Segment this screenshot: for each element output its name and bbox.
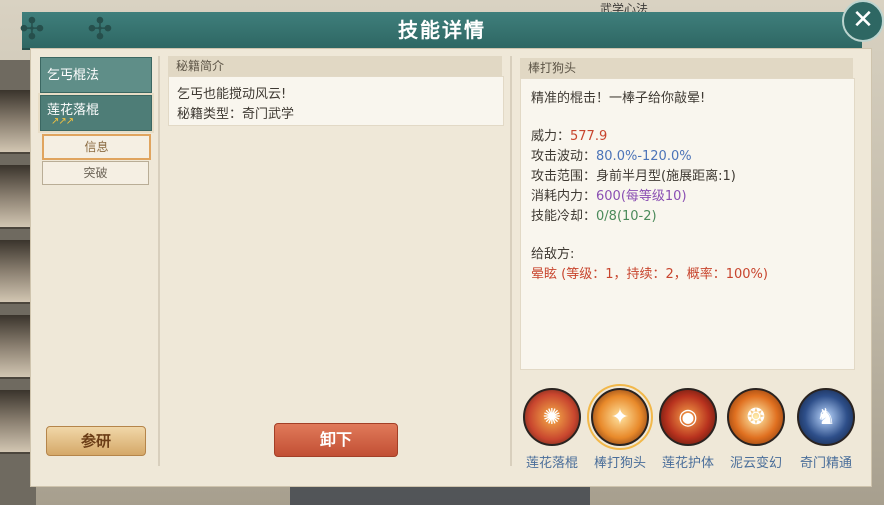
- stat-wave: 攻击波动：80.0%-120.0%: [531, 149, 692, 164]
- skill-slot-5[interactable]: ♞ 奇门精通: [796, 388, 856, 471]
- dialog-title: 技能详情: [398, 18, 486, 42]
- enemy-effect: 晕眩 (等级：1，持续：2，概率：100%): [531, 267, 768, 282]
- tab-label: 乞丐棍法: [47, 68, 100, 83]
- skill-description: 精准的棍击！一棒子给你敲晕!: [531, 91, 706, 106]
- stat-cooldown: 技能冷却：0/8(10-2): [531, 209, 657, 224]
- skill-name: 莲花落棍: [525, 456, 578, 471]
- stat-range: 攻击范围：身前半月型(施展距离:1): [531, 169, 736, 184]
- skill-name: 泥云变幻: [729, 456, 782, 471]
- skill-name: 莲花护体: [661, 456, 714, 471]
- subtab-info[interactable]: 信息: [42, 134, 151, 160]
- staff-strike-icon: ✦: [587, 384, 653, 450]
- orange-spiral-icon: ❂: [727, 388, 785, 446]
- skill-slot-2[interactable]: ✦ 棒打狗头: [587, 384, 653, 471]
- fire-swirl-icon: ✺: [523, 388, 581, 446]
- skill-name: 棒打狗头: [593, 456, 646, 471]
- skill-slot-3[interactable]: ◉ 莲花护体: [658, 388, 718, 471]
- subtab-breakthrough[interactable]: 突破: [42, 161, 149, 185]
- enemy-label: 给敌方:: [531, 247, 575, 262]
- middle-section-title: 秘籍简介: [168, 56, 502, 76]
- character-portrait[interactable]: [0, 165, 34, 229]
- stat-cost: 消耗内力：600(每等级10): [531, 189, 687, 204]
- manual-intro-box: 乞丐也能搅动风云! 秘籍类型：奇门武学: [168, 76, 504, 126]
- level-arrows-icon: ↗↗↗: [51, 116, 74, 127]
- character-portrait[interactable]: [0, 390, 34, 454]
- character-portrait[interactable]: [0, 90, 34, 154]
- character-portrait[interactable]: [0, 315, 34, 379]
- skill-slot-4[interactable]: ❂ 泥云变幻: [726, 388, 786, 471]
- tab-skill-1[interactable]: 乞丐棍法: [40, 57, 152, 93]
- dialog-header: ✣ ✣ 技能详情: [19, 12, 862, 50]
- study-button[interactable]: 参研: [46, 426, 146, 456]
- skill-name-title: 棒打狗头: [520, 58, 853, 78]
- skill-name: 奇门精通: [799, 456, 852, 471]
- close-button[interactable]: ✕: [842, 0, 884, 42]
- skill-detail-box: 精准的棍击！一棒子给你敲晕! 威力：577.9 攻击波动：80.0%-120.0…: [520, 78, 855, 370]
- column-divider: [158, 56, 160, 466]
- column-divider: [510, 56, 512, 466]
- intro-line: 乞丐也能搅动风云!: [177, 87, 287, 102]
- manual-type-line: 秘籍类型：奇门武学: [177, 107, 295, 122]
- tab-skill-2[interactable]: 莲花落棍 ↗↗↗: [38, 93, 154, 133]
- character-portrait[interactable]: [0, 240, 34, 304]
- stat-power: 威力：577.9: [531, 129, 608, 144]
- blue-figure-icon: ♞: [797, 388, 855, 446]
- close-icon: ✕: [852, 5, 874, 35]
- unequip-button[interactable]: 卸下: [274, 423, 398, 457]
- red-vortex-icon: ◉: [659, 388, 717, 446]
- skill-slot-1[interactable]: ✺ 莲花落棍: [522, 388, 582, 471]
